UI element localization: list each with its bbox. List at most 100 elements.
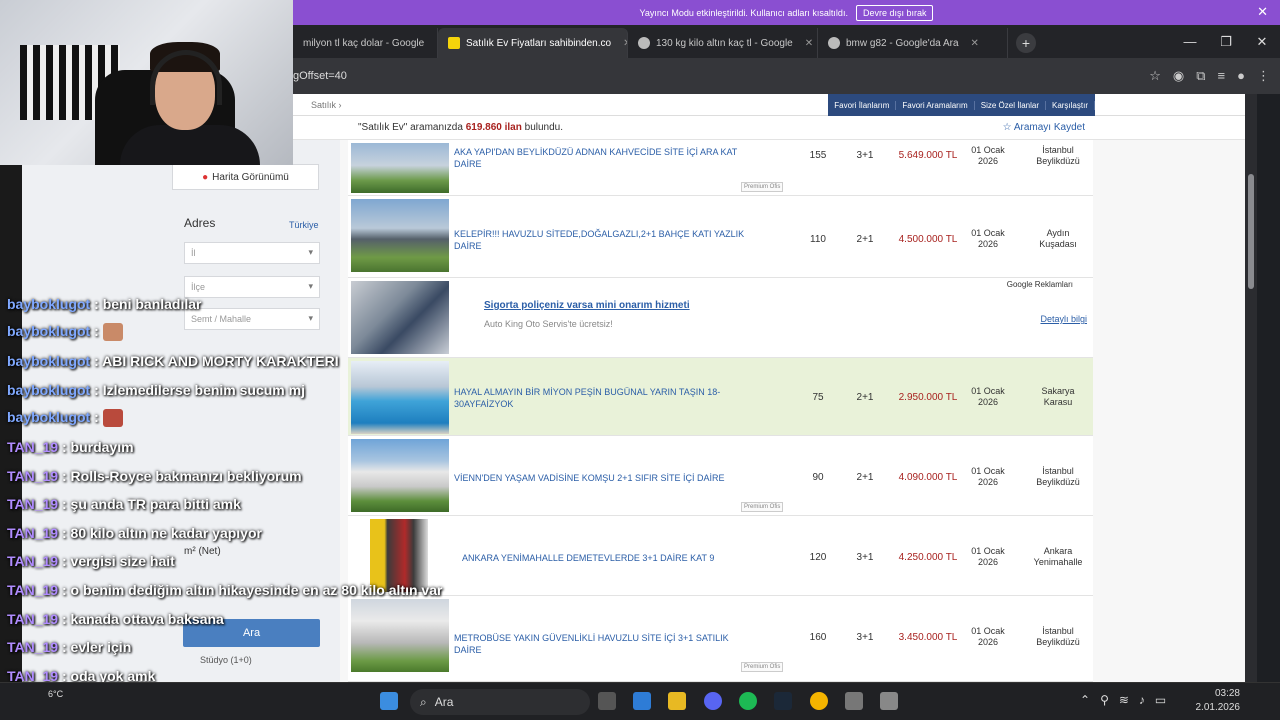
taskbar-search-box[interactable]: ⌕ Ara bbox=[410, 689, 590, 715]
chevron-up-icon[interactable]: ⌃ bbox=[1080, 693, 1090, 707]
close-tab-icon[interactable]: ✕ bbox=[971, 38, 979, 49]
address-bar: gOffset=40 ☆ ◉ ⧉ ≡ ● ⋮ bbox=[293, 58, 1280, 94]
ad-thumbnail[interactable] bbox=[351, 281, 449, 354]
listing-thumbnail[interactable] bbox=[351, 143, 449, 193]
listing-date-day: 01 Ocak bbox=[971, 386, 1005, 396]
listing-row[interactable]: HAYAL ALMAYIN BİR MİYON PEŞİN BUGÜNAL YA… bbox=[348, 358, 1093, 436]
volume-icon[interactable]: ♪ bbox=[1139, 693, 1145, 707]
media-icon[interactable]: ≡ bbox=[1218, 68, 1226, 84]
listing-price: 2.950.000 TL bbox=[898, 392, 958, 403]
wifi-icon[interactable]: ≋ bbox=[1119, 693, 1129, 707]
listing-row[interactable]: KELEPİR!!! HAVUZLU SİTEDE,DOĞALGAZLI,2+1… bbox=[348, 196, 1093, 278]
minimize-icon[interactable]: — bbox=[1172, 34, 1208, 49]
listing-title[interactable]: VİENN'DEN YAŞAM VADİSİNE KOMŞU 2+1 SIFIR… bbox=[454, 472, 754, 484]
listing-m2: 160 bbox=[809, 632, 827, 643]
province-select[interactable]: İl bbox=[184, 242, 320, 264]
compare-link[interactable]: Karşılaştır bbox=[1046, 100, 1095, 110]
listing-date: 01 Ocak 2026 bbox=[963, 466, 1013, 488]
streamer-shirt bbox=[120, 125, 260, 165]
search-button[interactable]: Ara bbox=[183, 619, 320, 647]
save-search-button[interactable]: ☆ Aramayı Kaydet bbox=[1003, 122, 1085, 133]
premium-office-badge: Premium Ofis bbox=[741, 502, 784, 512]
listing-thumbnail[interactable] bbox=[351, 199, 449, 272]
special-listings-link[interactable]: Size Özel İlanlar bbox=[975, 100, 1046, 110]
user-links: Favori İlanlarım Favori Aramalarım Size … bbox=[828, 94, 1095, 116]
store-icon[interactable] bbox=[633, 692, 651, 710]
listing-price: 4.500.000 TL bbox=[898, 234, 958, 245]
tab-sahibinden[interactable]: Satılık Ev Fiyatları sahibinden.co✕ bbox=[438, 28, 628, 58]
maximize-icon[interactable]: ❐ bbox=[1208, 34, 1244, 50]
listing-row[interactable]: METROBÜSE YAKIN GÜVENLİKLİ HAVUZLU SİTE … bbox=[348, 596, 1093, 682]
close-icon[interactable]: ✕ bbox=[1257, 4, 1268, 20]
sahibinden-favicon-icon bbox=[448, 37, 460, 49]
neighborhood-select[interactable]: Semt / Mahalle bbox=[184, 308, 320, 330]
country-link[interactable]: Türkiye bbox=[289, 220, 319, 230]
url-field[interactable]: gOffset=40 bbox=[293, 70, 347, 82]
results-count: 619.860 ilan bbox=[465, 122, 522, 133]
ad-details-link[interactable]: Detaylı bilgi bbox=[1040, 314, 1087, 324]
menu-kebab-icon[interactable]: ⋮ bbox=[1257, 68, 1270, 84]
favorite-listings-link[interactable]: Favori İlanlarım bbox=[828, 100, 897, 110]
close-tab-icon[interactable]: ✕ bbox=[805, 38, 813, 49]
listing-rooms: 3+1 bbox=[856, 632, 874, 643]
profile-avatar-icon[interactable]: ● bbox=[1237, 68, 1245, 84]
windows-start-icon[interactable] bbox=[380, 692, 398, 710]
clock[interactable]: 03:28 2.01.2026 bbox=[1196, 687, 1241, 715]
extensions-puzzle-icon[interactable]: ⧉ bbox=[1196, 68, 1205, 84]
discord-icon[interactable] bbox=[704, 692, 722, 710]
district-select[interactable]: İlçe bbox=[184, 276, 320, 298]
page-scrollbar[interactable] bbox=[1245, 94, 1257, 682]
network-icon[interactable]: ⚲ bbox=[1100, 693, 1109, 707]
listing-title[interactable]: HAYAL ALMAYIN BİR MİYON PEŞİN BUGÜNAL YA… bbox=[454, 386, 754, 410]
settings-gear-icon[interactable] bbox=[845, 692, 863, 710]
listing-title[interactable]: METROBÜSE YAKIN GÜVENLİKLİ HAVUZLU SİTE … bbox=[454, 632, 754, 656]
windows-taskbar: 6°C ⌕ Ara ⌃ ⚲ ≋ ♪ ▭ 03:28 2.01.2026 bbox=[0, 682, 1280, 720]
listing-district: Beylikdüzü bbox=[1036, 477, 1080, 487]
battery-icon[interactable]: ▭ bbox=[1155, 693, 1166, 707]
window-close-icon[interactable]: ✕ bbox=[1244, 34, 1280, 50]
listing-thumbnail[interactable] bbox=[351, 439, 449, 512]
listing-date: 01 Ocak 2026 bbox=[963, 145, 1013, 167]
listing-date-day: 01 Ocak bbox=[971, 228, 1005, 238]
ad-headline-link[interactable]: Sigorta poliçeniz varsa mini onarım hizm… bbox=[484, 300, 690, 311]
sponsored-ad-row[interactable]: Google Reklamları Sigorta poliçeniz vars… bbox=[348, 278, 1093, 358]
bookmark-star-icon[interactable]: ☆ bbox=[1149, 68, 1161, 84]
listing-date-year: 2026 bbox=[977, 557, 999, 567]
favorite-searches-link[interactable]: Favori Aramalarım bbox=[896, 100, 975, 110]
spotify-icon[interactable] bbox=[739, 692, 757, 710]
weather-widget[interactable]: 6°C bbox=[48, 689, 63, 699]
listing-row[interactable]: ANKARA YENİMAHALLE DEMETEVLERDE 3+1 DAİR… bbox=[348, 516, 1093, 596]
tab-google-dollar[interactable]: milyon tl kaç dolar - Google✕ bbox=[293, 28, 438, 58]
task-view-icon[interactable] bbox=[598, 692, 616, 710]
scrollbar-thumb[interactable] bbox=[1248, 174, 1254, 289]
premium-office-badge: Premium Ofis bbox=[741, 662, 784, 672]
listing-row[interactable]: VİENN'DEN YAŞAM VADİSİNE KOMŞU 2+1 SIFIR… bbox=[348, 436, 1093, 516]
tab-google-bmw[interactable]: bmw g82 - Google'da Ara ✕ bbox=[818, 28, 1008, 58]
listing-district: Yenimahalle bbox=[1033, 557, 1083, 567]
calculator-icon[interactable] bbox=[880, 692, 898, 710]
chrome-icon[interactable] bbox=[810, 692, 828, 710]
studio-option[interactable]: Stüdyo (1+0) bbox=[200, 655, 252, 665]
listing-thumbnail[interactable] bbox=[370, 519, 428, 592]
listing-district: Karasu bbox=[1043, 397, 1073, 407]
listing-title[interactable]: AKA YAPI'DAN BEYLİKDÜZÜ ADNAN KAHVECİDE … bbox=[454, 146, 754, 170]
listing-row[interactable]: AKA YAPI'DAN BEYLİKDÜZÜ ADNAN KAHVECİDE … bbox=[348, 140, 1093, 196]
listing-title[interactable]: KELEPİR!!! HAVUZLU SİTEDE,DOĞALGAZLI,2+1… bbox=[454, 228, 754, 252]
google-ads-label[interactable]: Google Reklamları bbox=[1007, 280, 1073, 289]
steam-icon[interactable] bbox=[774, 692, 792, 710]
disable-streamer-mode-button[interactable]: Devre dışı bırak bbox=[855, 4, 934, 21]
breadcrumb[interactable]: Satılık › bbox=[311, 100, 342, 110]
results-query: "Satılık Ev" aramanızda bbox=[358, 122, 463, 133]
map-view-button[interactable]: ● Harita Görünümü bbox=[172, 164, 319, 190]
file-explorer-icon[interactable] bbox=[668, 692, 686, 710]
listing-thumbnail[interactable] bbox=[351, 361, 449, 434]
listing-location: İstanbul Beylikdüzü bbox=[1023, 466, 1093, 488]
new-tab-icon[interactable]: + bbox=[1016, 33, 1036, 53]
listing-thumbnail[interactable] bbox=[351, 599, 449, 672]
listing-title[interactable]: ANKARA YENİMAHALLE DEMETEVLERDE 3+1 DAİR… bbox=[462, 552, 762, 564]
tab-google-gold[interactable]: 130 kg kilo altın kaç tl - Google ✕ bbox=[628, 28, 818, 58]
system-tray-icons: ⌃ ⚲ ≋ ♪ ▭ bbox=[1080, 693, 1166, 707]
taskbar-search-label: Ara bbox=[434, 695, 454, 709]
window-controls: — ❐ ✕ bbox=[1172, 25, 1280, 58]
extension-icon[interactable]: ◉ bbox=[1173, 68, 1184, 84]
